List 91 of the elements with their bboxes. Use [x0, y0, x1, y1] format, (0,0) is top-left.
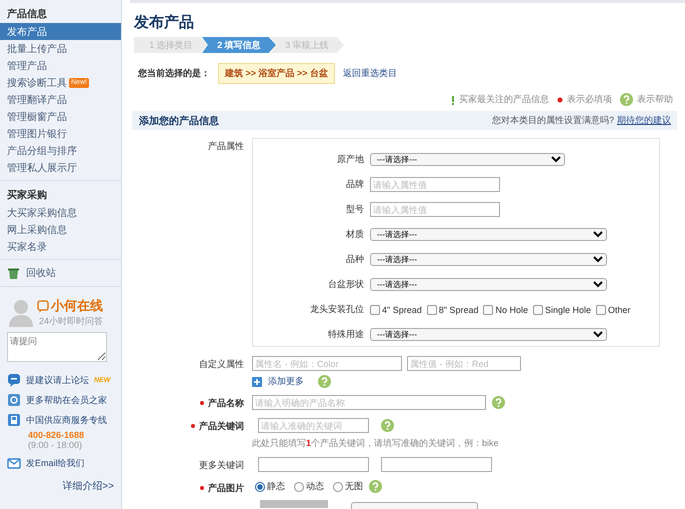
sidebar-item[interactable]: 买家名录: [0, 238, 121, 255]
support-link[interactable]: 提建议请上论坛: [26, 374, 89, 386]
checkbox[interactable]: [370, 304, 380, 314]
chat-bubble-icon: [37, 300, 49, 312]
dropdown[interactable]: ---请选择---: [370, 153, 565, 166]
dropdown[interactable]: ---请选择---: [370, 328, 607, 341]
field-label: 产品关键词: [199, 420, 244, 432]
agent-name: 小何在线: [51, 297, 103, 315]
radio-button[interactable]: [294, 482, 304, 492]
text-field[interactable]: [381, 457, 492, 472]
field-label: 更多关键词: [199, 458, 244, 472]
option-label: 静态: [267, 480, 285, 493]
field-label: 型号: [345, 203, 365, 216]
agent-subtitle: 24小时即时问答: [38, 315, 103, 328]
option-label: 无图: [345, 480, 363, 493]
field-label: 品种: [345, 253, 365, 266]
category-label: 您当前选择的是：: [138, 67, 210, 80]
option-label: 动态: [306, 480, 324, 493]
sidebar-item[interactable]: 发布产品: [0, 23, 121, 40]
sidebar-item[interactable]: 管理橱窗产品: [0, 108, 121, 125]
sidebar-item[interactable]: 管理私人展示厅: [0, 159, 121, 176]
field-label: 材质: [345, 228, 365, 241]
option-label: Single Hole: [544, 304, 592, 314]
trash-bin-icon: [7, 266, 20, 280]
change-category-link[interactable]: 返回重选类目: [343, 67, 398, 80]
option-label: No Hole: [495, 304, 528, 314]
avatar-silhouette: [7, 297, 35, 327]
service-hours: (9:00 - 18:00): [28, 440, 84, 450]
sidebar-item[interactable]: 管理产品: [0, 57, 121, 74]
sidebar-item[interactable]: 大买家采购信息: [0, 204, 121, 221]
sidebar-item[interactable]: 产品分组与排序: [0, 142, 121, 159]
legend-text: 表示帮助: [637, 93, 673, 106]
dropdown[interactable]: ---请选择---: [370, 253, 607, 266]
section-title: 添加您的产品信息: [139, 114, 219, 128]
checkbox[interactable]: [596, 304, 606, 314]
step-indicator: 2 填写信息: [202, 37, 276, 53]
field-label: 产品名称: [208, 396, 244, 410]
dropdown[interactable]: ---请选择---: [370, 228, 607, 241]
phone-number: 400-826-1688: [28, 430, 86, 440]
hint-text: 此处只能填写1个产品关键词，请填写准确的关键词，例：bike: [252, 437, 499, 450]
question-field[interactable]: 请提问: [7, 332, 107, 362]
field-label: 台盆形状: [327, 278, 365, 291]
plus-icon: [252, 376, 262, 386]
legend-text: 买家最关注的产品信息: [459, 93, 549, 106]
field-label: 产品属性: [207, 140, 245, 152]
sidebar-item[interactable]: 管理翻译产品: [0, 91, 121, 108]
feedback-text: 您对本类目的属性设置满意吗?: [492, 114, 614, 127]
upload-button[interactable]: [351, 502, 478, 509]
support-link[interactable]: 发Email给我们: [26, 456, 85, 470]
text-field[interactable]: 属性名 - 例如：Color: [252, 356, 402, 371]
envelope-icon: [7, 456, 21, 470]
category-path: 建筑 >> 浴室产品 >> 台盆: [218, 63, 336, 84]
section-title: 买家采购: [6, 188, 48, 203]
field-label: 龙头安装孔位: [309, 303, 365, 316]
checkbox[interactable]: [426, 304, 437, 314]
sidebar-item[interactable]: 网上采购信息: [0, 221, 121, 238]
support-link[interactable]: 更多帮助在会员之家: [26, 394, 107, 406]
page-title: 发布产品: [134, 13, 195, 32]
text-field[interactable]: 请输入属性值: [370, 202, 500, 217]
text-field[interactable]: 属性值 - 例如：Red: [407, 356, 521, 371]
field-label: 产品图片: [208, 482, 244, 494]
image-placeholder: [260, 500, 328, 508]
exclamation-icon: [451, 94, 455, 104]
checkbox[interactable]: [483, 304, 494, 314]
sidebar-item[interactable]: 管理图片银行: [0, 125, 121, 142]
field-label: 原产地: [336, 153, 365, 166]
field-label: 特殊用途: [327, 328, 365, 341]
field-label: 自定义属性: [198, 358, 245, 370]
text-field[interactable]: [258, 457, 369, 472]
text-field[interactable]: 请输入准确的关键词: [258, 418, 369, 433]
sidebar-item[interactable]: 批量上传产品: [0, 40, 121, 57]
speech-bubble-icon: [7, 373, 21, 387]
checkbox[interactable]: [532, 304, 543, 314]
text-field[interactable]: 请输入明确的产品名称: [252, 395, 486, 410]
required-dot-icon: [557, 96, 563, 102]
add-more-link[interactable]: 添加更多: [268, 375, 304, 388]
option-label: 8" Spread: [438, 304, 478, 314]
feedback-link[interactable]: 期待您的建议: [617, 114, 671, 127]
dropdown[interactable]: ---请选择---: [370, 278, 607, 291]
section-title: 产品信息: [6, 8, 48, 22]
field-label: 品牌: [345, 178, 365, 191]
radio-button[interactable]: [255, 482, 265, 492]
radio-button[interactable]: [333, 482, 343, 492]
legend-text: 表示必填项: [567, 93, 612, 106]
support-link[interactable]: 中国供应商服务专线: [26, 414, 107, 426]
option-label: 4" Spread: [382, 304, 422, 314]
details-link[interactable]: 详细介绍>>: [7, 479, 114, 493]
text-field[interactable]: 请输入属性值: [370, 177, 500, 192]
phone-icon: [7, 413, 21, 427]
recycle-bin-link[interactable]: 回收站: [26, 266, 56, 280]
option-label: Other: [608, 304, 631, 314]
